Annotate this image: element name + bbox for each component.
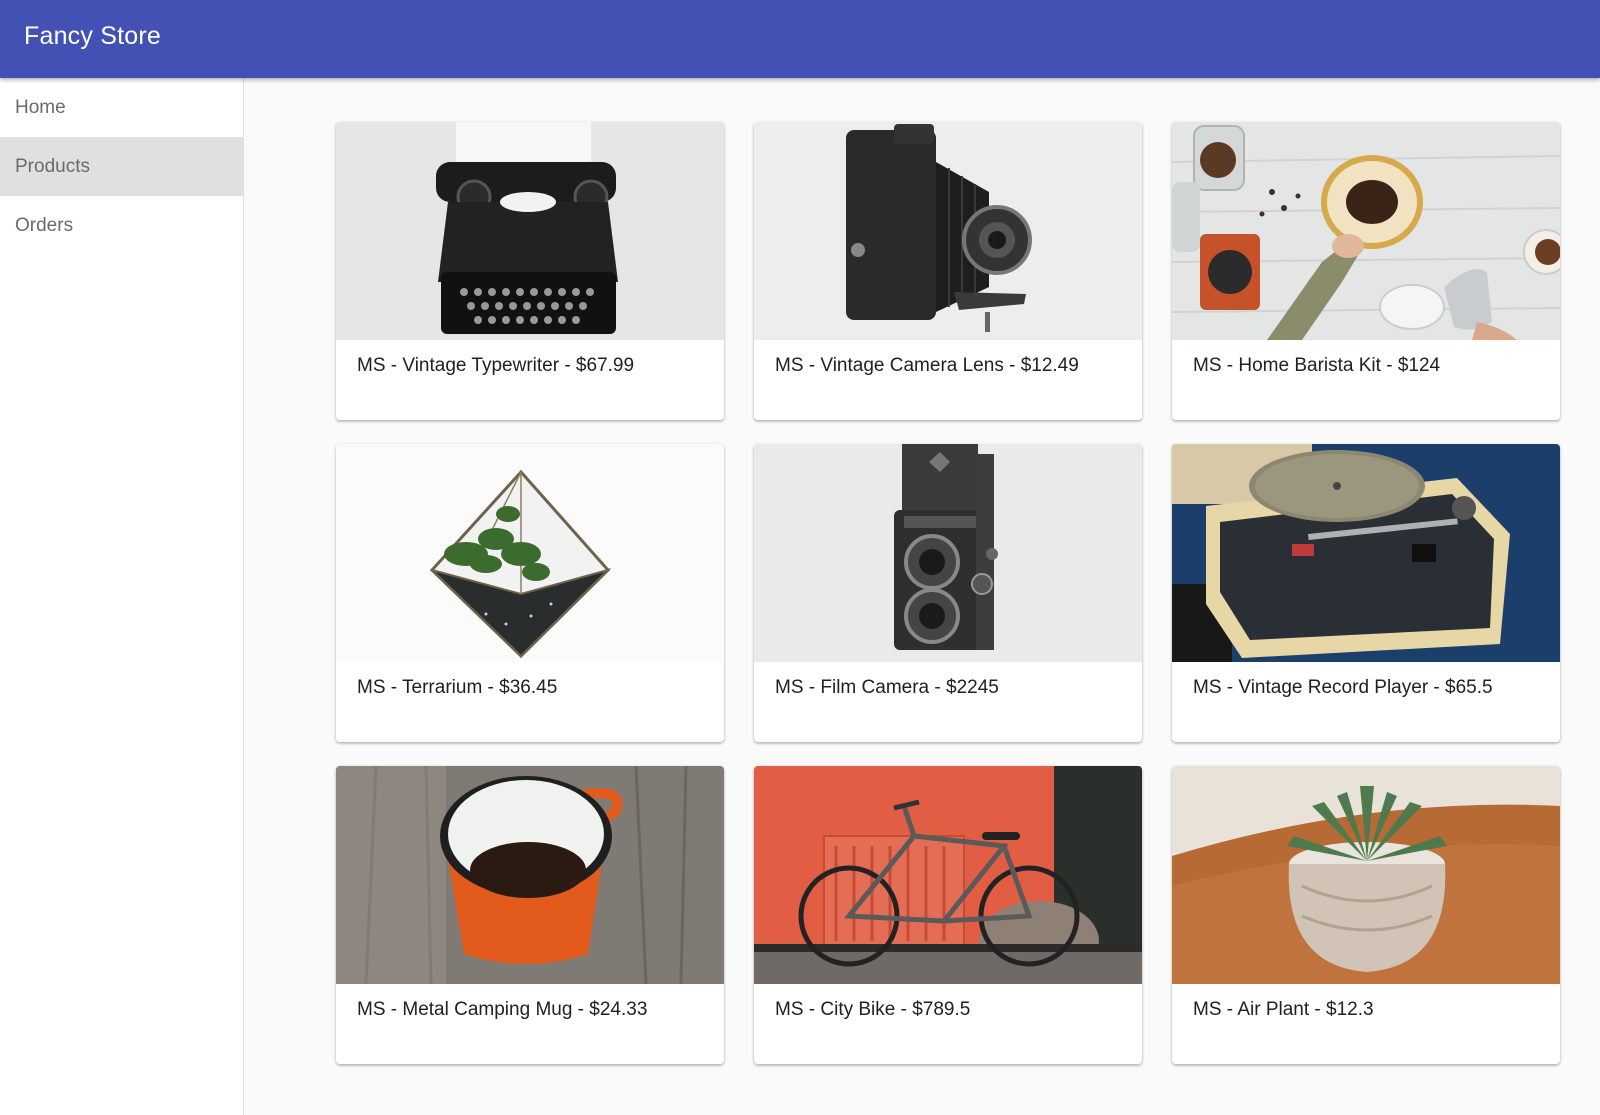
sidebar-item-orders[interactable]: Orders: [0, 196, 243, 255]
product-card-air-plant[interactable]: MS - Air Plant - $12.3: [1172, 766, 1560, 1064]
product-image-twin-lens-camera: [754, 444, 1142, 662]
product-grid: MS - Vintage Typewriter - $67.99 MS - Vi…: [244, 78, 1600, 1115]
product-card-metal-camping-mug[interactable]: MS - Metal Camping Mug - $24.33: [336, 766, 724, 1064]
product-label: MS - Film Camera - $2245: [775, 677, 999, 698]
app-title: Fancy Store: [24, 22, 161, 50]
product-image-enamel-mug: [336, 766, 724, 984]
product-image-typewriter: [336, 122, 724, 340]
product-label: MS - Vintage Record Player - $65.5: [1193, 677, 1493, 698]
product-label: MS - Metal Camping Mug - $24.33: [357, 999, 648, 1020]
product-card-film-camera[interactable]: MS - Film Camera - $2245: [754, 444, 1142, 742]
product-image-succulent-pot: [1172, 766, 1560, 984]
product-label: MS - Terrarium - $36.45: [357, 677, 558, 698]
product-image-folding-camera: [754, 122, 1142, 340]
product-label: MS - Vintage Camera Lens - $12.49: [775, 355, 1079, 376]
product-card-city-bike[interactable]: MS - City Bike - $789.5: [754, 766, 1142, 1064]
product-card-home-barista-kit[interactable]: MS - Home Barista Kit - $124: [1172, 122, 1560, 420]
product-image-city-bike: [754, 766, 1142, 984]
product-label: MS - City Bike - $789.5: [775, 999, 971, 1020]
product-card-vintage-record-player[interactable]: MS - Vintage Record Player - $65.5: [1172, 444, 1560, 742]
sidebar-item-home[interactable]: Home: [0, 78, 243, 137]
product-card-vintage-camera-lens[interactable]: MS - Vintage Camera Lens - $12.49: [754, 122, 1142, 420]
product-card-terrarium[interactable]: MS - Terrarium - $36.45: [336, 444, 724, 742]
product-label: MS - Air Plant - $12.3: [1193, 999, 1374, 1020]
product-card-vintage-typewriter[interactable]: MS - Vintage Typewriter - $67.99: [336, 122, 724, 420]
product-image-geometric-terrarium: [336, 444, 724, 662]
product-label: MS - Home Barista Kit - $124: [1193, 355, 1441, 376]
app-bar: Fancy Store: [0, 0, 1600, 78]
product-image-record-player: [1172, 444, 1560, 662]
product-image-coffee-pour-over: [1172, 122, 1560, 340]
sidebar: Home Products Orders: [0, 78, 244, 1115]
product-label: MS - Vintage Typewriter - $67.99: [357, 355, 635, 376]
sidebar-item-products[interactable]: Products: [0, 137, 243, 196]
